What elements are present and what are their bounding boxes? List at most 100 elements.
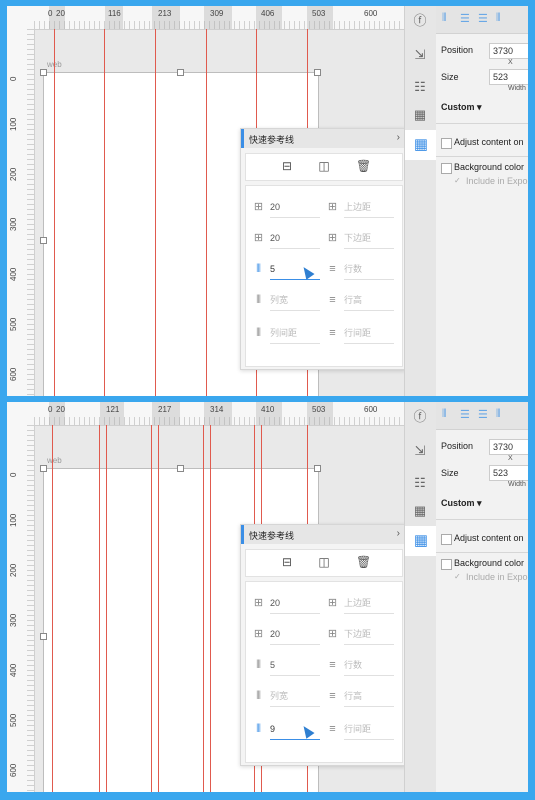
size-width-input[interactable]: 523 (489, 465, 528, 481)
position-x-input[interactable]: 3730 (489, 439, 528, 455)
vertical-split-icon[interactable]: ◫ (317, 159, 331, 173)
export-icon[interactable]: ⇲ (411, 442, 429, 460)
trash-icon[interactable]: 🗑 (356, 555, 371, 569)
align-center-icon[interactable]: ☰ (460, 408, 470, 421)
row-spacing-input[interactable]: 行间距 (344, 324, 394, 344)
guide-line[interactable] (151, 425, 152, 792)
inspector-panel: ⫴ ☰ ☰ ⫴ Position 3730 X Size 523 Width C… (436, 402, 528, 792)
ruler-ticks (27, 425, 34, 792)
guide-line[interactable] (158, 425, 159, 792)
align-left-icon[interactable]: ⫴ (442, 408, 447, 421)
ruler-label: 406 (261, 9, 275, 18)
align-right-icon[interactable]: ☰ (478, 12, 488, 25)
preset-dropdown[interactable]: Custom ▾ (441, 498, 482, 509)
alignment-toolbar: ⫴ ☰ ☰ ⫴ (436, 6, 528, 34)
right-margin-input[interactable]: 20 (270, 229, 320, 249)
trash-icon[interactable]: 🗑 (356, 159, 371, 173)
bottom-margin-input[interactable]: 下边距 (344, 625, 394, 645)
align-top-icon[interactable]: ⫴ (496, 12, 501, 25)
align-right-icon[interactable]: ☰ (478, 408, 488, 421)
chevron-right-icon[interactable]: › (397, 528, 400, 539)
chevron-right-icon[interactable]: › (397, 132, 400, 143)
divider (436, 156, 528, 157)
row-height-input[interactable]: 行高 (344, 291, 394, 311)
preset-dropdown[interactable]: Custom ▾ (441, 102, 482, 113)
size-label: Size (441, 468, 459, 478)
ruler-ticks (34, 21, 404, 29)
resize-handle[interactable] (177, 69, 184, 76)
guide-line[interactable] (203, 425, 204, 792)
size-width-input[interactable]: 523 (489, 69, 528, 85)
resize-handle[interactable] (40, 237, 47, 244)
vertical-ruler[interactable]: 0 100 200 300 400 500 600 (7, 29, 35, 396)
align-center-icon[interactable]: ☰ (460, 12, 470, 25)
layers-icon[interactable]: ☷ (411, 474, 429, 492)
align-left-icon[interactable]: ⫴ (442, 12, 447, 25)
left-margin-icon: ⊞ (253, 597, 264, 609)
artboard-name[interactable]: web (47, 456, 62, 465)
guide-line[interactable] (54, 29, 55, 396)
design-canvas[interactable]: 0 20 116 213 309 406 503 600 0 100 200 3… (7, 6, 404, 396)
guide-line[interactable] (99, 425, 100, 792)
background-color-label: Background color (454, 558, 525, 568)
rows-input[interactable]: 行数 (344, 656, 394, 676)
horizontal-split-icon[interactable]: ⊟ (280, 159, 294, 173)
background-color-checkbox[interactable] (441, 163, 452, 174)
right-margin-input[interactable]: 20 (270, 625, 320, 645)
panel-header[interactable]: 快速参考线 › (241, 525, 404, 544)
ruler-label: 213 (158, 9, 172, 18)
ruler-label: 600 (9, 367, 18, 381)
symbols-icon[interactable]: ▦ (411, 502, 429, 520)
grid-guides-icon[interactable]: ▦ (405, 526, 437, 556)
columns-input[interactable]: 5 (270, 260, 320, 280)
top-margin-input[interactable]: 上边距 (344, 594, 394, 614)
position-x-input[interactable]: 3730 (489, 43, 528, 59)
resize-handle[interactable] (314, 465, 321, 472)
adjust-content-checkbox[interactable] (441, 138, 452, 149)
horizontal-ruler[interactable]: 0 20 116 213 309 406 503 600 (34, 6, 404, 30)
grid-guides-icon[interactable]: ▦ (405, 130, 437, 160)
vertical-ruler[interactable]: 0 100 200 300 400 500 600 (7, 425, 35, 792)
row-height-icon: ≡ (329, 294, 336, 306)
design-canvas[interactable]: 0 20 121 217 314 410 503 600 0 100 200 3… (7, 402, 404, 792)
row-spacing-input[interactable]: 行间距 (344, 720, 394, 740)
adjust-content-checkbox[interactable] (441, 534, 452, 545)
vertical-split-icon[interactable]: ◫ (317, 555, 331, 569)
guide-line[interactable] (104, 29, 105, 396)
columns-input[interactable]: 5 (270, 656, 320, 676)
column-width-input[interactable]: 列宽 (270, 291, 320, 311)
panel-header[interactable]: 快速参考线 › (241, 129, 404, 148)
symbols-icon[interactable]: ▦ (411, 106, 429, 124)
ruler-label: 200 (9, 167, 18, 181)
left-margin-input[interactable]: 20 (270, 594, 320, 614)
ruler-label: 503 (312, 405, 326, 414)
guide-line[interactable] (210, 425, 211, 792)
guide-line[interactable] (155, 29, 156, 396)
resize-handle[interactable] (177, 465, 184, 472)
tool-strip: ⓕ ⇲ ☷ ▦ ▦ (404, 6, 438, 396)
row-height-input[interactable]: 行高 (344, 687, 394, 707)
width-caption: Width (508, 481, 526, 488)
horizontal-ruler[interactable]: 0 20 121 217 314 410 503 600 (34, 402, 404, 426)
guide-line[interactable] (206, 29, 207, 396)
rows-input[interactable]: 行数 (344, 260, 394, 280)
plugin-icon[interactable]: ⓕ (411, 408, 429, 426)
guide-line[interactable] (52, 425, 53, 792)
column-width-input[interactable]: 列宽 (270, 687, 320, 707)
plugin-icon[interactable]: ⓕ (411, 12, 429, 30)
guide-line[interactable] (106, 425, 107, 792)
layers-icon[interactable]: ☷ (411, 78, 429, 96)
bottom-margin-input[interactable]: 下边距 (344, 229, 394, 249)
resize-handle[interactable] (314, 69, 321, 76)
left-margin-input[interactable]: 20 (270, 198, 320, 218)
right-margin-icon: ⊞ (253, 628, 264, 640)
align-top-icon[interactable]: ⫴ (496, 408, 501, 421)
top-margin-input[interactable]: 上边距 (344, 198, 394, 218)
resize-handle[interactable] (40, 465, 47, 472)
background-color-checkbox[interactable] (441, 559, 452, 570)
horizontal-split-icon[interactable]: ⊟ (280, 555, 294, 569)
resize-handle[interactable] (40, 633, 47, 640)
export-icon[interactable]: ⇲ (411, 46, 429, 64)
column-spacing-input[interactable]: 列间距 (270, 324, 320, 344)
resize-handle[interactable] (40, 69, 47, 76)
